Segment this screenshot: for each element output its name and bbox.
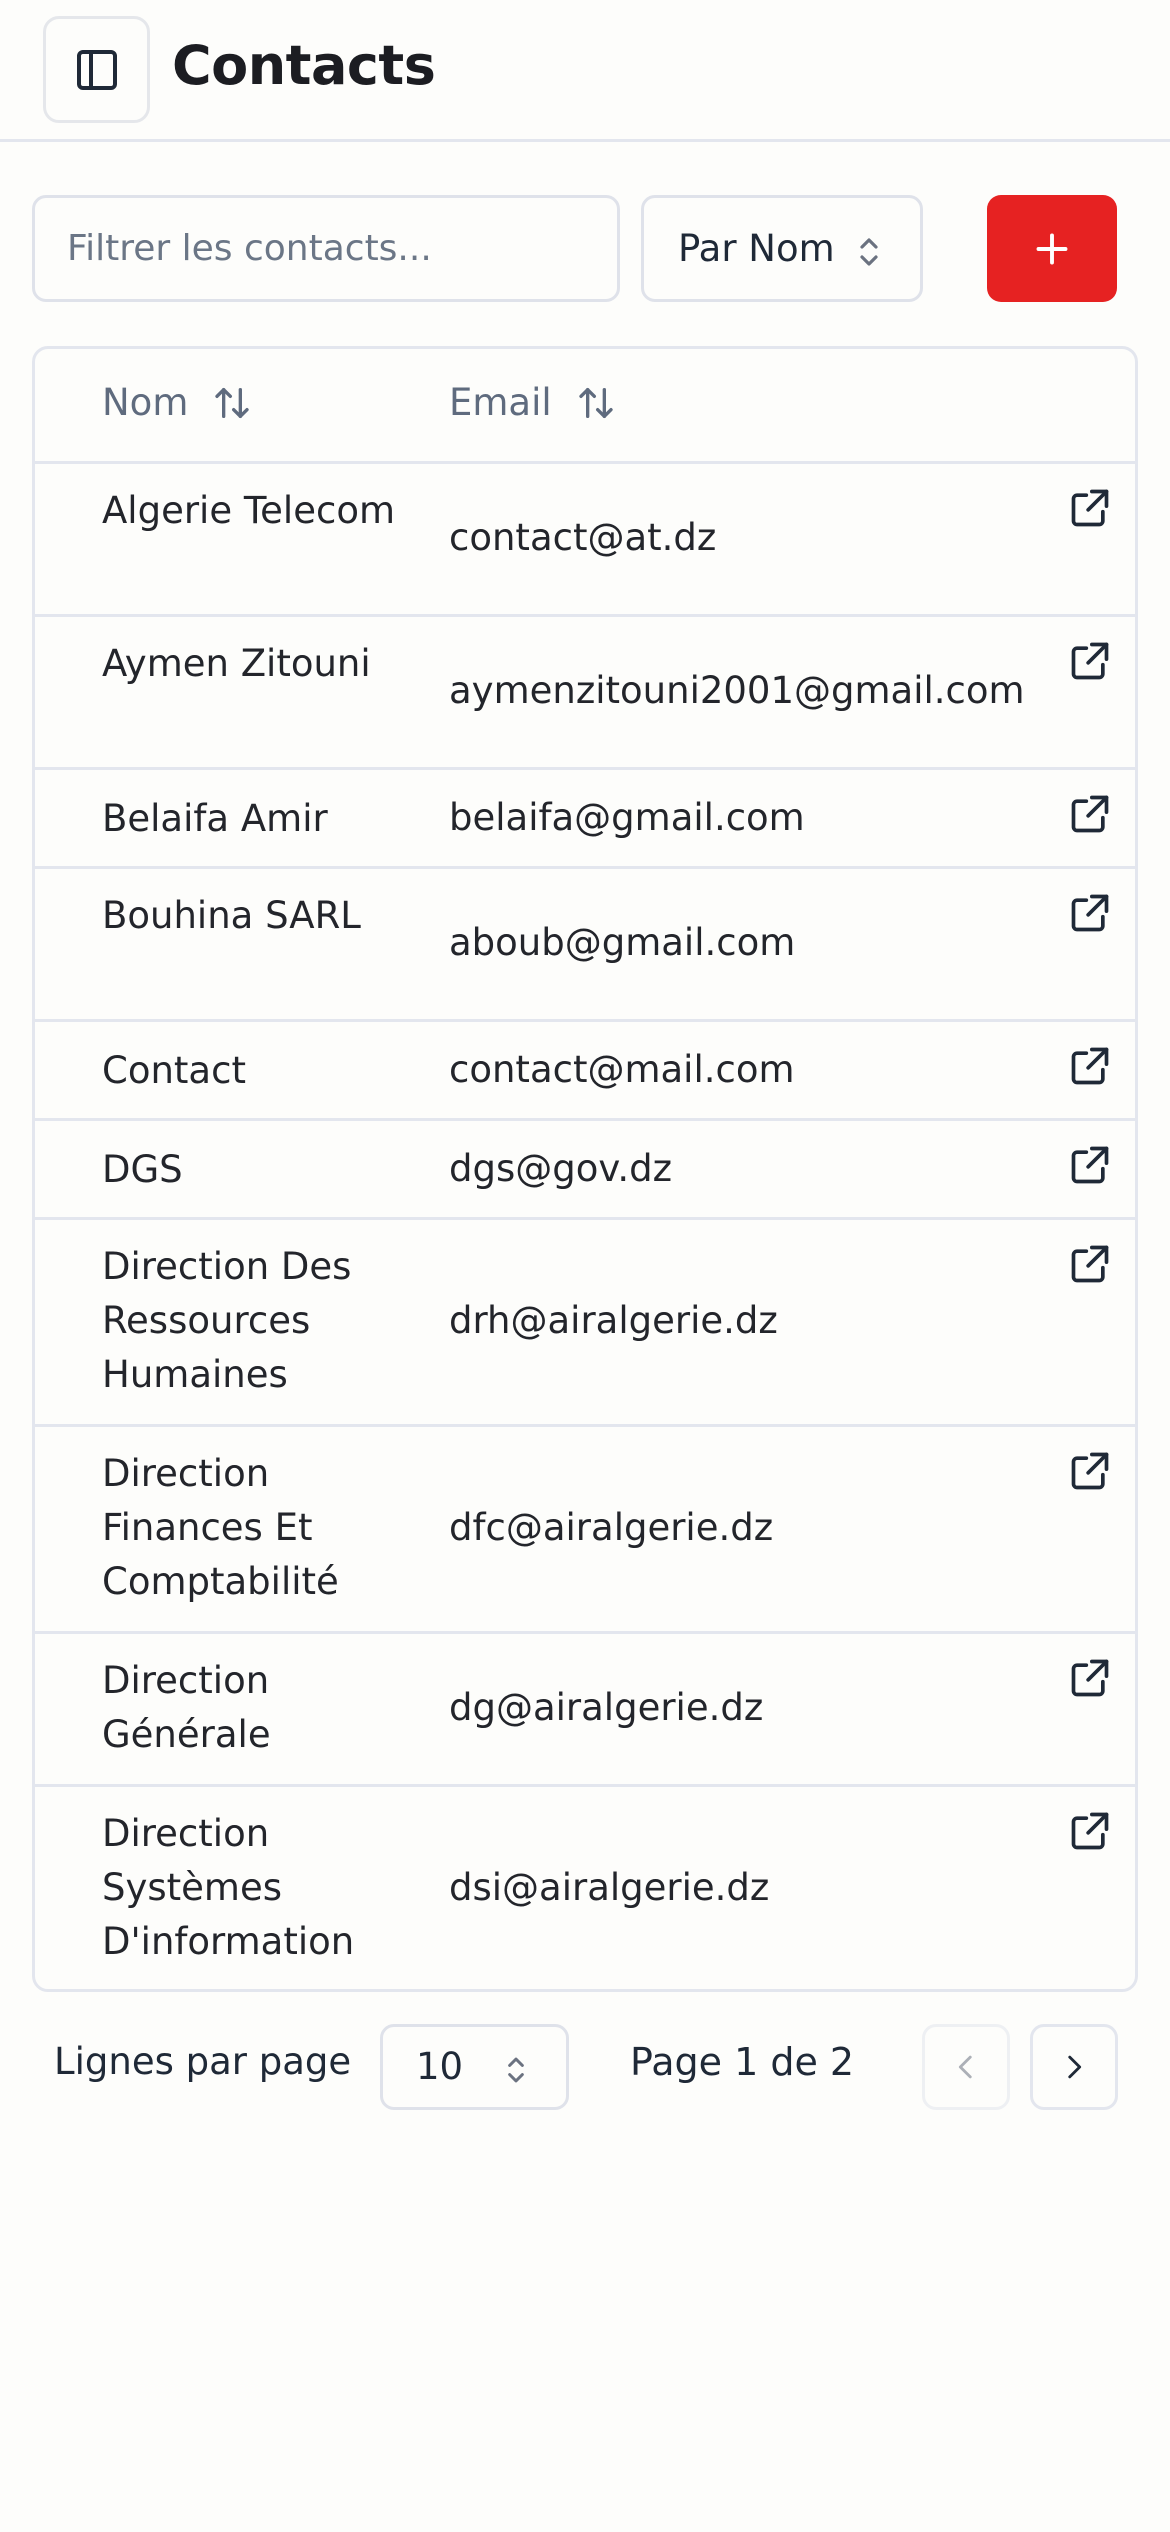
contact-email: aymenzitouni2001@gmail.com — [449, 669, 1025, 712]
panel-left-icon — [76, 49, 117, 90]
contact-name: Direction Des Ressources Humaines — [102, 1245, 352, 1396]
contact-name: Algerie Telecom — [102, 489, 396, 532]
rows-per-page-label: Lignes par page — [54, 2040, 352, 2083]
table-row[interactable]: Aymen Zitouni aymenzitouni2001@gmail.com — [35, 617, 1135, 770]
page-title: Contacts — [172, 34, 436, 97]
contact-name: Aymen Zitouni — [102, 642, 371, 685]
contact-email: contact@mail.com — [449, 1048, 795, 1091]
add-contact-button[interactable] — [987, 195, 1117, 302]
external-link-icon[interactable] — [1068, 1143, 1112, 1187]
contact-email: dg@airalgerie.dz — [449, 1686, 764, 1729]
table-row[interactable]: Direction Finances Et Comptabilité dfc@a… — [35, 1427, 1135, 1634]
table-row[interactable]: Direction Générale dg@airalgerie.dz — [35, 1634, 1135, 1787]
next-page-button[interactable] — [1030, 2024, 1118, 2110]
contact-name: Contact — [102, 1049, 246, 1092]
contacts-table: Nom Email Algerie Telecom contact@at.dz … — [32, 346, 1138, 1992]
chevron-left-icon — [958, 2055, 972, 2079]
contact-email: belaifa@gmail.com — [449, 796, 805, 839]
external-link-icon[interactable] — [1068, 486, 1112, 530]
contact-email: drh@airalgerie.dz — [449, 1299, 778, 1342]
rows-per-page-select[interactable]: 10 — [380, 2024, 569, 2110]
contact-name: DGS — [102, 1148, 183, 1191]
page-indicator: Page 1 de 2 — [630, 2040, 855, 2084]
plus-icon — [1036, 233, 1068, 264]
external-link-icon[interactable] — [1068, 1242, 1112, 1286]
contact-email: dfc@airalgerie.dz — [449, 1506, 774, 1549]
contact-email: aboub@gmail.com — [449, 921, 796, 964]
table-header: Nom Email — [35, 349, 1135, 464]
contact-name: Direction Générale — [102, 1659, 271, 1756]
table-row[interactable]: Direction Systèmes D'information dsi@air… — [35, 1787, 1135, 1989]
filter-contacts-input[interactable] — [32, 195, 620, 302]
contact-email: contact@at.dz — [449, 516, 717, 559]
sidebar-toggle-button[interactable] — [43, 16, 150, 123]
sort-arrows-icon — [215, 387, 250, 418]
previous-page-button[interactable] — [922, 2024, 1010, 2110]
app-header: Contacts — [0, 0, 1170, 142]
chevron-up-down-icon — [508, 2057, 524, 2083]
table-row[interactable]: Algerie Telecom contact@at.dz — [35, 464, 1135, 617]
chevron-up-down-icon — [860, 238, 878, 266]
contact-name: Direction Finances Et Comptabilité — [102, 1452, 339, 1603]
table-row[interactable]: DGS dgs@gov.dz — [35, 1121, 1135, 1220]
contact-name: Belaifa Amir — [102, 797, 328, 840]
rows-per-page-value: 10 — [416, 2045, 464, 2088]
contact-email: dsi@airalgerie.dz — [449, 1866, 770, 1909]
table-row[interactable]: Contact contact@mail.com — [35, 1022, 1135, 1121]
column-header-email-label: Email — [449, 381, 552, 424]
external-link-icon[interactable] — [1068, 1044, 1112, 1088]
table-row[interactable]: Belaifa Amir belaifa@gmail.com — [35, 770, 1135, 869]
external-link-icon[interactable] — [1068, 1656, 1112, 1700]
column-header-nom[interactable]: Nom — [102, 381, 252, 424]
contact-name: Bouhina SARL — [102, 894, 361, 937]
table-row[interactable]: Direction Des Ressources Humaines drh@ai… — [35, 1220, 1135, 1427]
contact-email: dgs@gov.dz — [449, 1147, 673, 1190]
column-header-nom-label: Nom — [102, 381, 189, 424]
external-link-icon[interactable] — [1068, 891, 1112, 935]
table-row[interactable]: Bouhina SARL aboub@gmail.com — [35, 869, 1135, 1022]
external-link-icon[interactable] — [1068, 1809, 1112, 1853]
external-link-icon[interactable] — [1068, 792, 1112, 836]
chevron-right-icon — [1068, 2055, 1082, 2079]
sort-by-select[interactable]: Par Nom — [641, 195, 923, 302]
external-link-icon[interactable] — [1068, 1449, 1112, 1493]
contact-name: Direction Systèmes D'information — [102, 1812, 355, 1963]
sort-by-label: Par Nom — [678, 227, 835, 270]
column-header-email[interactable]: Email — [449, 381, 616, 424]
sort-arrows-icon — [578, 387, 613, 418]
external-link-icon[interactable] — [1068, 639, 1112, 683]
